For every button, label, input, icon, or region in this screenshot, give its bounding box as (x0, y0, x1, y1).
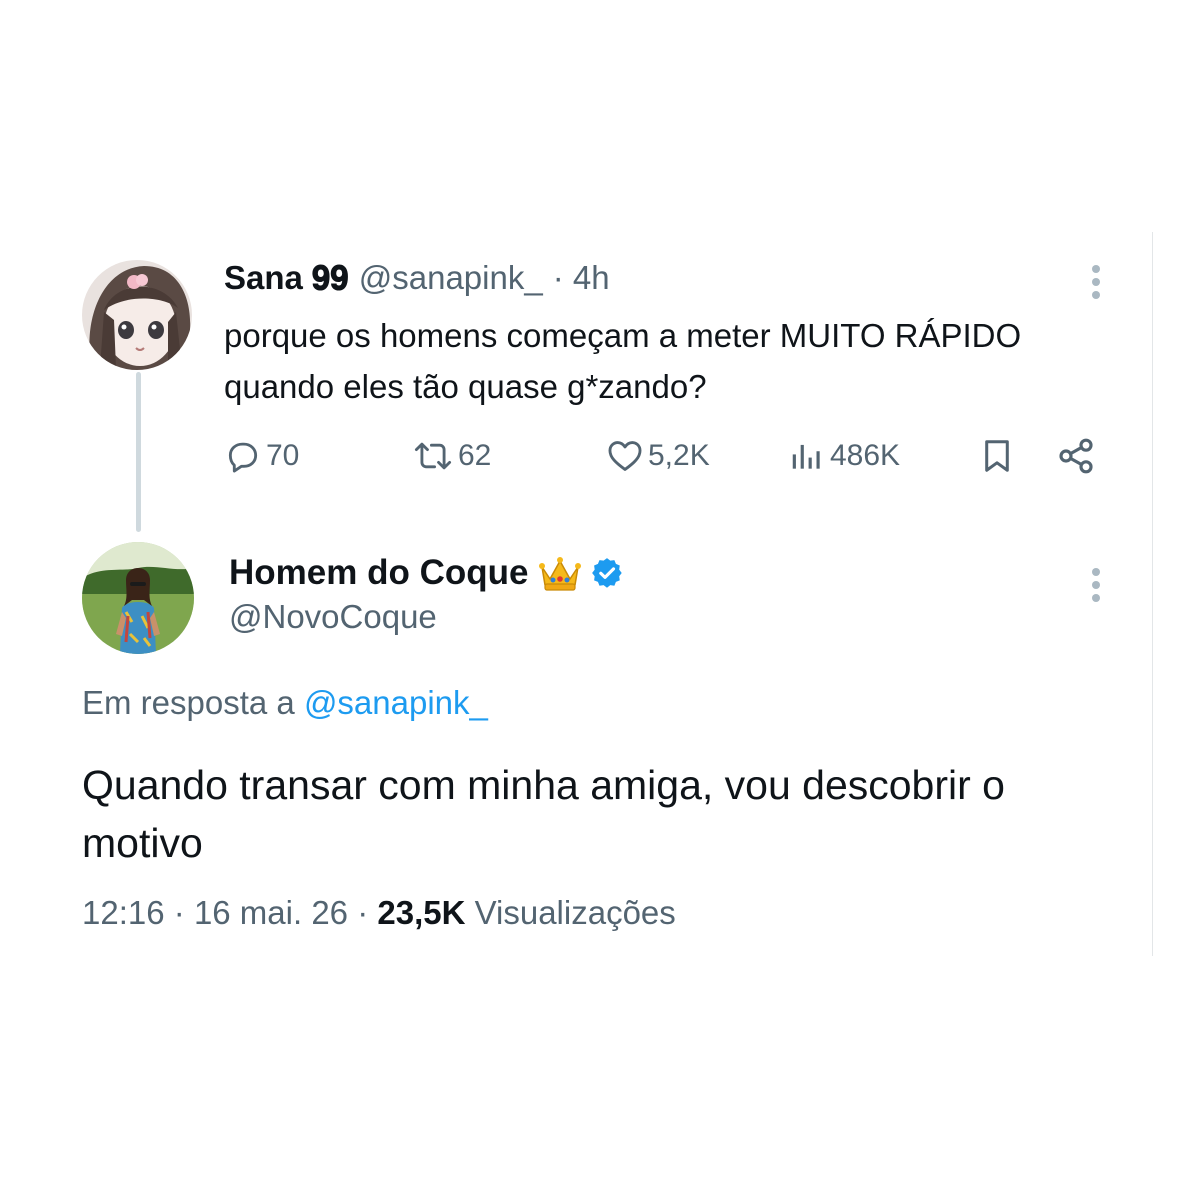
reply-mention-link[interactable]: @sanapink_ (304, 684, 488, 721)
views-icon (788, 437, 826, 475)
more-icon[interactable] (1090, 265, 1102, 299)
user-handle[interactable]: @NovoCoque (229, 598, 437, 636)
like-count: 5,2K (648, 439, 710, 472)
like-button[interactable]: 5,2K (606, 432, 710, 480)
crown-emoji (538, 553, 582, 593)
reply-icon (224, 437, 262, 475)
verified-badge-icon[interactable] (590, 556, 624, 590)
views-count: 23,5K (377, 894, 466, 931)
views-count: 486K (830, 439, 901, 472)
retweet-count: 62 (458, 439, 492, 472)
display-name-row: Homem do Coque (229, 550, 624, 596)
display-name[interactable]: Homem do Coque (229, 553, 528, 593)
thread-connector-line (136, 372, 141, 532)
separator-dot: · (173, 894, 185, 931)
tweet-meta: 12:16 · 16 mai. 26 · 23,5K Visualizações (82, 894, 676, 932)
tweet-header: Sana 𝟗𝟗 @sanapink_ · 4h (224, 256, 610, 300)
reply-button[interactable]: 70 (224, 432, 299, 480)
retweet-button[interactable]: 62 (412, 432, 491, 480)
share-button[interactable] (1056, 432, 1096, 480)
panel-divider (1152, 232, 1153, 956)
views-label[interactable]: Visualizações (475, 894, 676, 931)
separator-dot: · (357, 894, 369, 931)
reply-context: Em resposta a @sanapink_ (82, 684, 488, 722)
bookmark-button[interactable] (978, 432, 1016, 480)
tweet-date[interactable]: 16 mai. 26 (194, 894, 348, 931)
user-handle[interactable]: @sanapink_ (359, 259, 543, 297)
share-icon (1056, 436, 1096, 476)
tweet-text: Quando transar com minha amiga, vou desc… (82, 762, 1005, 866)
tweet-text: porque os homens começam a meter MUITO R… (224, 317, 1022, 405)
reply-count: 70 (266, 439, 300, 472)
heart-icon (606, 437, 644, 475)
avatar[interactable] (82, 260, 192, 370)
avatar[interactable] (82, 542, 194, 654)
retweet-icon (412, 437, 454, 475)
tweet-actions: 70 62 5,2K 486K (224, 432, 1104, 480)
display-name[interactable]: Sana 𝟗𝟗 (224, 259, 349, 298)
bookmark-icon (978, 436, 1016, 476)
tweet-time[interactable]: · 4h (553, 259, 610, 297)
views-button[interactable]: 486K (788, 432, 900, 480)
reply-prefix: Em resposta a (82, 684, 295, 721)
more-icon[interactable] (1090, 568, 1102, 602)
tweet-time[interactable]: 12:16 (82, 894, 165, 931)
